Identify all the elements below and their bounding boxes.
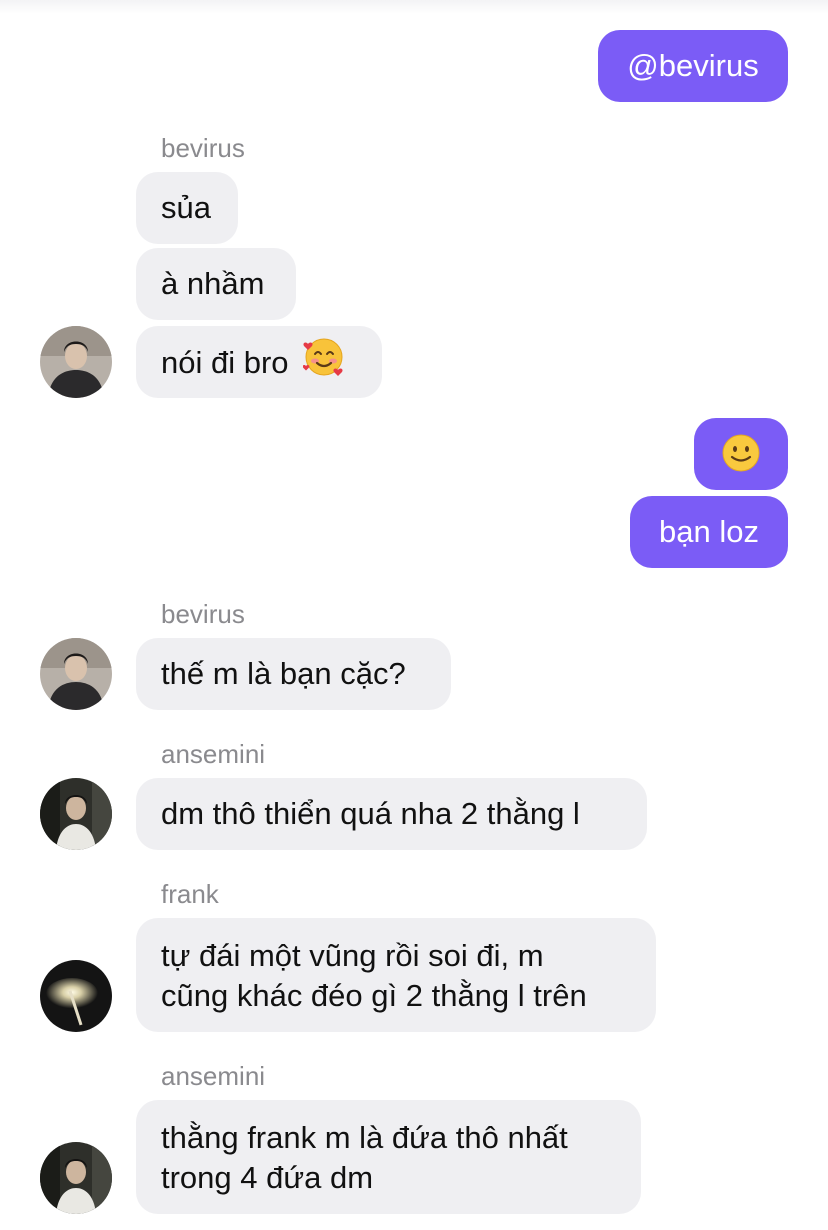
message-text-line: cũng khác đéo gì 2 thằng l trên (161, 978, 587, 1013)
incoming-message-bubble[interactable]: thế m là bạn cặc? (136, 638, 451, 710)
message-text: bạn loz (659, 514, 759, 549)
message-text-line: trong 4 đứa dm (161, 1160, 374, 1195)
incoming-message-bubble[interactable]: nói đi bro (136, 326, 382, 398)
message-text-line: tự đái một vũng rồi soi đi, m (161, 938, 544, 973)
outgoing-message-bubble[interactable]: @bevirus (598, 30, 788, 102)
top-edge-shadow (0, 0, 828, 14)
avatar-bevirus[interactable] (40, 638, 112, 710)
avatar-ansemini[interactable] (40, 778, 112, 850)
avatar-frank[interactable] (40, 960, 112, 1032)
message-text-line: thằng frank m là đứa thô nhất (161, 1120, 568, 1155)
message-text: nói đi bro (161, 345, 289, 381)
sender-name: frank (161, 879, 219, 909)
sender-name: bevirus (161, 133, 245, 163)
smiling-face-with-hearts-icon (302, 336, 345, 388)
outgoing-message-bubble[interactable] (694, 418, 788, 490)
incoming-message-bubble[interactable]: dm thô thiển quá nha 2 thằng l (136, 778, 647, 850)
incoming-message-bubble[interactable]: à nhầm (136, 248, 296, 320)
message-text: sủa (161, 190, 211, 225)
message-text: thế m là bạn cặc? (161, 656, 406, 691)
sender-name: ansemini (161, 739, 266, 769)
outgoing-message-bubble[interactable]: bạn loz (630, 496, 788, 568)
avatar-ansemini[interactable] (40, 1142, 112, 1214)
incoming-message-bubble[interactable]: thằng frank m là đứa thô nhất trong 4 đứ… (136, 1100, 641, 1214)
message-text: dm thô thiển quá nha 2 thằng l (161, 796, 580, 831)
sender-name: bevirus (161, 599, 245, 629)
sender-name: ansemini (161, 1061, 266, 1091)
incoming-message-bubble[interactable]: tự đái một vũng rồi soi đi, m cũng khác … (136, 918, 656, 1032)
avatar-bevirus[interactable] (40, 326, 112, 398)
incoming-message-bubble[interactable]: sủa (136, 172, 238, 244)
slightly-smiling-face-icon (721, 433, 761, 483)
message-text: à nhầm (161, 266, 265, 301)
message-text: @bevirus (627, 48, 759, 83)
